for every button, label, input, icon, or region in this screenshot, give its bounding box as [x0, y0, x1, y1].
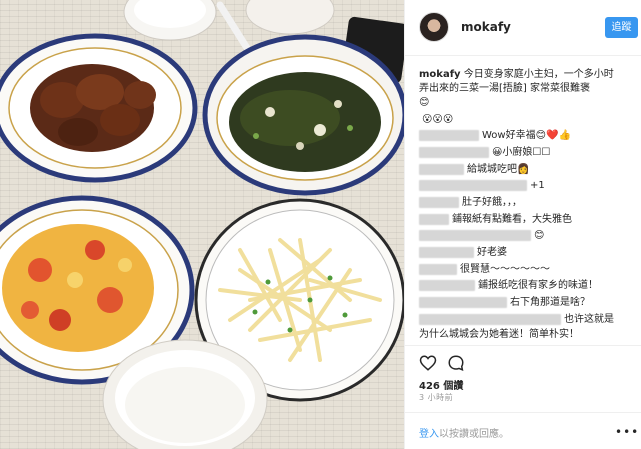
blurred-username — [419, 196, 459, 208]
blurred-username — [419, 246, 474, 258]
action-bar — [405, 345, 641, 375]
comment-text: 鋪報紙有點難看，大失雅色 — [452, 214, 572, 225]
comment-text: 鋪报纸吃很有家乡的味道！ — [478, 280, 598, 291]
post-time: 3 小時前 — [419, 393, 454, 402]
comment-row: 😮😮😮 — [419, 113, 453, 127]
comment-row: 給城城吃吧👩 — [419, 163, 529, 177]
comment-row: 也许这就是 — [419, 313, 614, 327]
blurred-username — [419, 313, 561, 325]
blurred-username — [419, 263, 457, 275]
comment-row: +1 — [419, 179, 545, 193]
comment-text: 😮😮😮 — [422, 114, 454, 125]
blurred-username — [419, 279, 475, 291]
blurred-username — [419, 179, 527, 191]
login-prompt: 登入以按讚或回應。 — [419, 425, 509, 440]
comment-text: +1 — [530, 180, 545, 191]
heart-icon[interactable] — [419, 354, 437, 372]
login-prompt-text: 以按讚或回應。 — [439, 429, 509, 440]
username-link[interactable]: mokafy — [461, 20, 511, 34]
comment-text: 😀小廚娘☐☐ — [492, 147, 551, 158]
login-link[interactable]: 登入 — [419, 429, 439, 440]
follow-button[interactable]: 追蹤 — [605, 17, 638, 38]
comment-row: Wow好幸福😊❤️👍 — [419, 129, 571, 143]
avatar[interactable] — [419, 12, 449, 42]
caption-username[interactable]: mokafy — [419, 69, 461, 80]
blurred-username — [419, 146, 489, 158]
post-side-panel: mokafy 追蹤 mokafy 今日变身家庭小主妇，一个多小时 弄出來的三菜一… — [404, 0, 641, 449]
comment-continuation: 为什么城城会为她着迷！简单朴实！ — [419, 329, 579, 340]
comment-row: 鋪報紙有點難看，大失雅色 — [419, 213, 572, 227]
post-footer: 登入以按讚或回應。 ••• — [405, 412, 641, 449]
comment-row: 鋪报纸吃很有家乡的味道！ — [419, 279, 598, 293]
blurred-username — [419, 163, 464, 175]
post-header: mokafy 追蹤 — [405, 0, 641, 56]
post-photo[interactable] — [0, 0, 404, 449]
comment-row: 😀小廚娘☐☐ — [419, 146, 550, 160]
comment-text: 很賢慧～～～～～～ — [460, 264, 550, 275]
caption: mokafy 今日变身家庭小主妇，一个多小时 — [419, 68, 614, 82]
blurred-username — [419, 296, 507, 308]
caption-line2: 弄出來的三菜一湯[捂臉] 家常菜很難褒 — [419, 83, 590, 94]
comment-row: 右下角那道是啥？ — [419, 296, 590, 310]
comments-list: mokafy 今日变身家庭小主妇，一个多小时 弄出來的三菜一湯[捂臉] 家常菜很… — [405, 60, 641, 345]
comment-icon[interactable] — [447, 354, 465, 372]
comment-text: 給城城吃吧👩 — [467, 164, 530, 175]
comment-text: 右下角那道是啥？ — [510, 297, 590, 308]
blurred-username — [419, 129, 479, 141]
likes-count[interactable]: 426 個讚 — [419, 377, 463, 392]
blurred-username — [419, 229, 531, 241]
comment-text: 肚子好餓，，， — [462, 197, 522, 208]
comment-row: 好老婆 — [419, 246, 507, 260]
comment-row: 😊 — [419, 229, 544, 243]
comment-row: 肚子好餓，，， — [419, 196, 522, 210]
comment-row: 很賢慧～～～～～～ — [419, 263, 550, 277]
caption-text-line1: 今日变身家庭小主妇，一个多小时 — [463, 69, 614, 80]
comment-text: 😊 — [534, 230, 545, 241]
comment-text: 好老婆 — [477, 247, 507, 258]
blurred-username — [419, 213, 449, 225]
food-illustration — [0, 0, 404, 449]
comment-text: Wow好幸福😊❤️👍 — [482, 130, 571, 141]
comment-text: 也许这就是 — [564, 314, 614, 325]
caption-line3: 😊 — [419, 97, 430, 108]
more-options-icon[interactable]: ••• — [615, 425, 639, 439]
